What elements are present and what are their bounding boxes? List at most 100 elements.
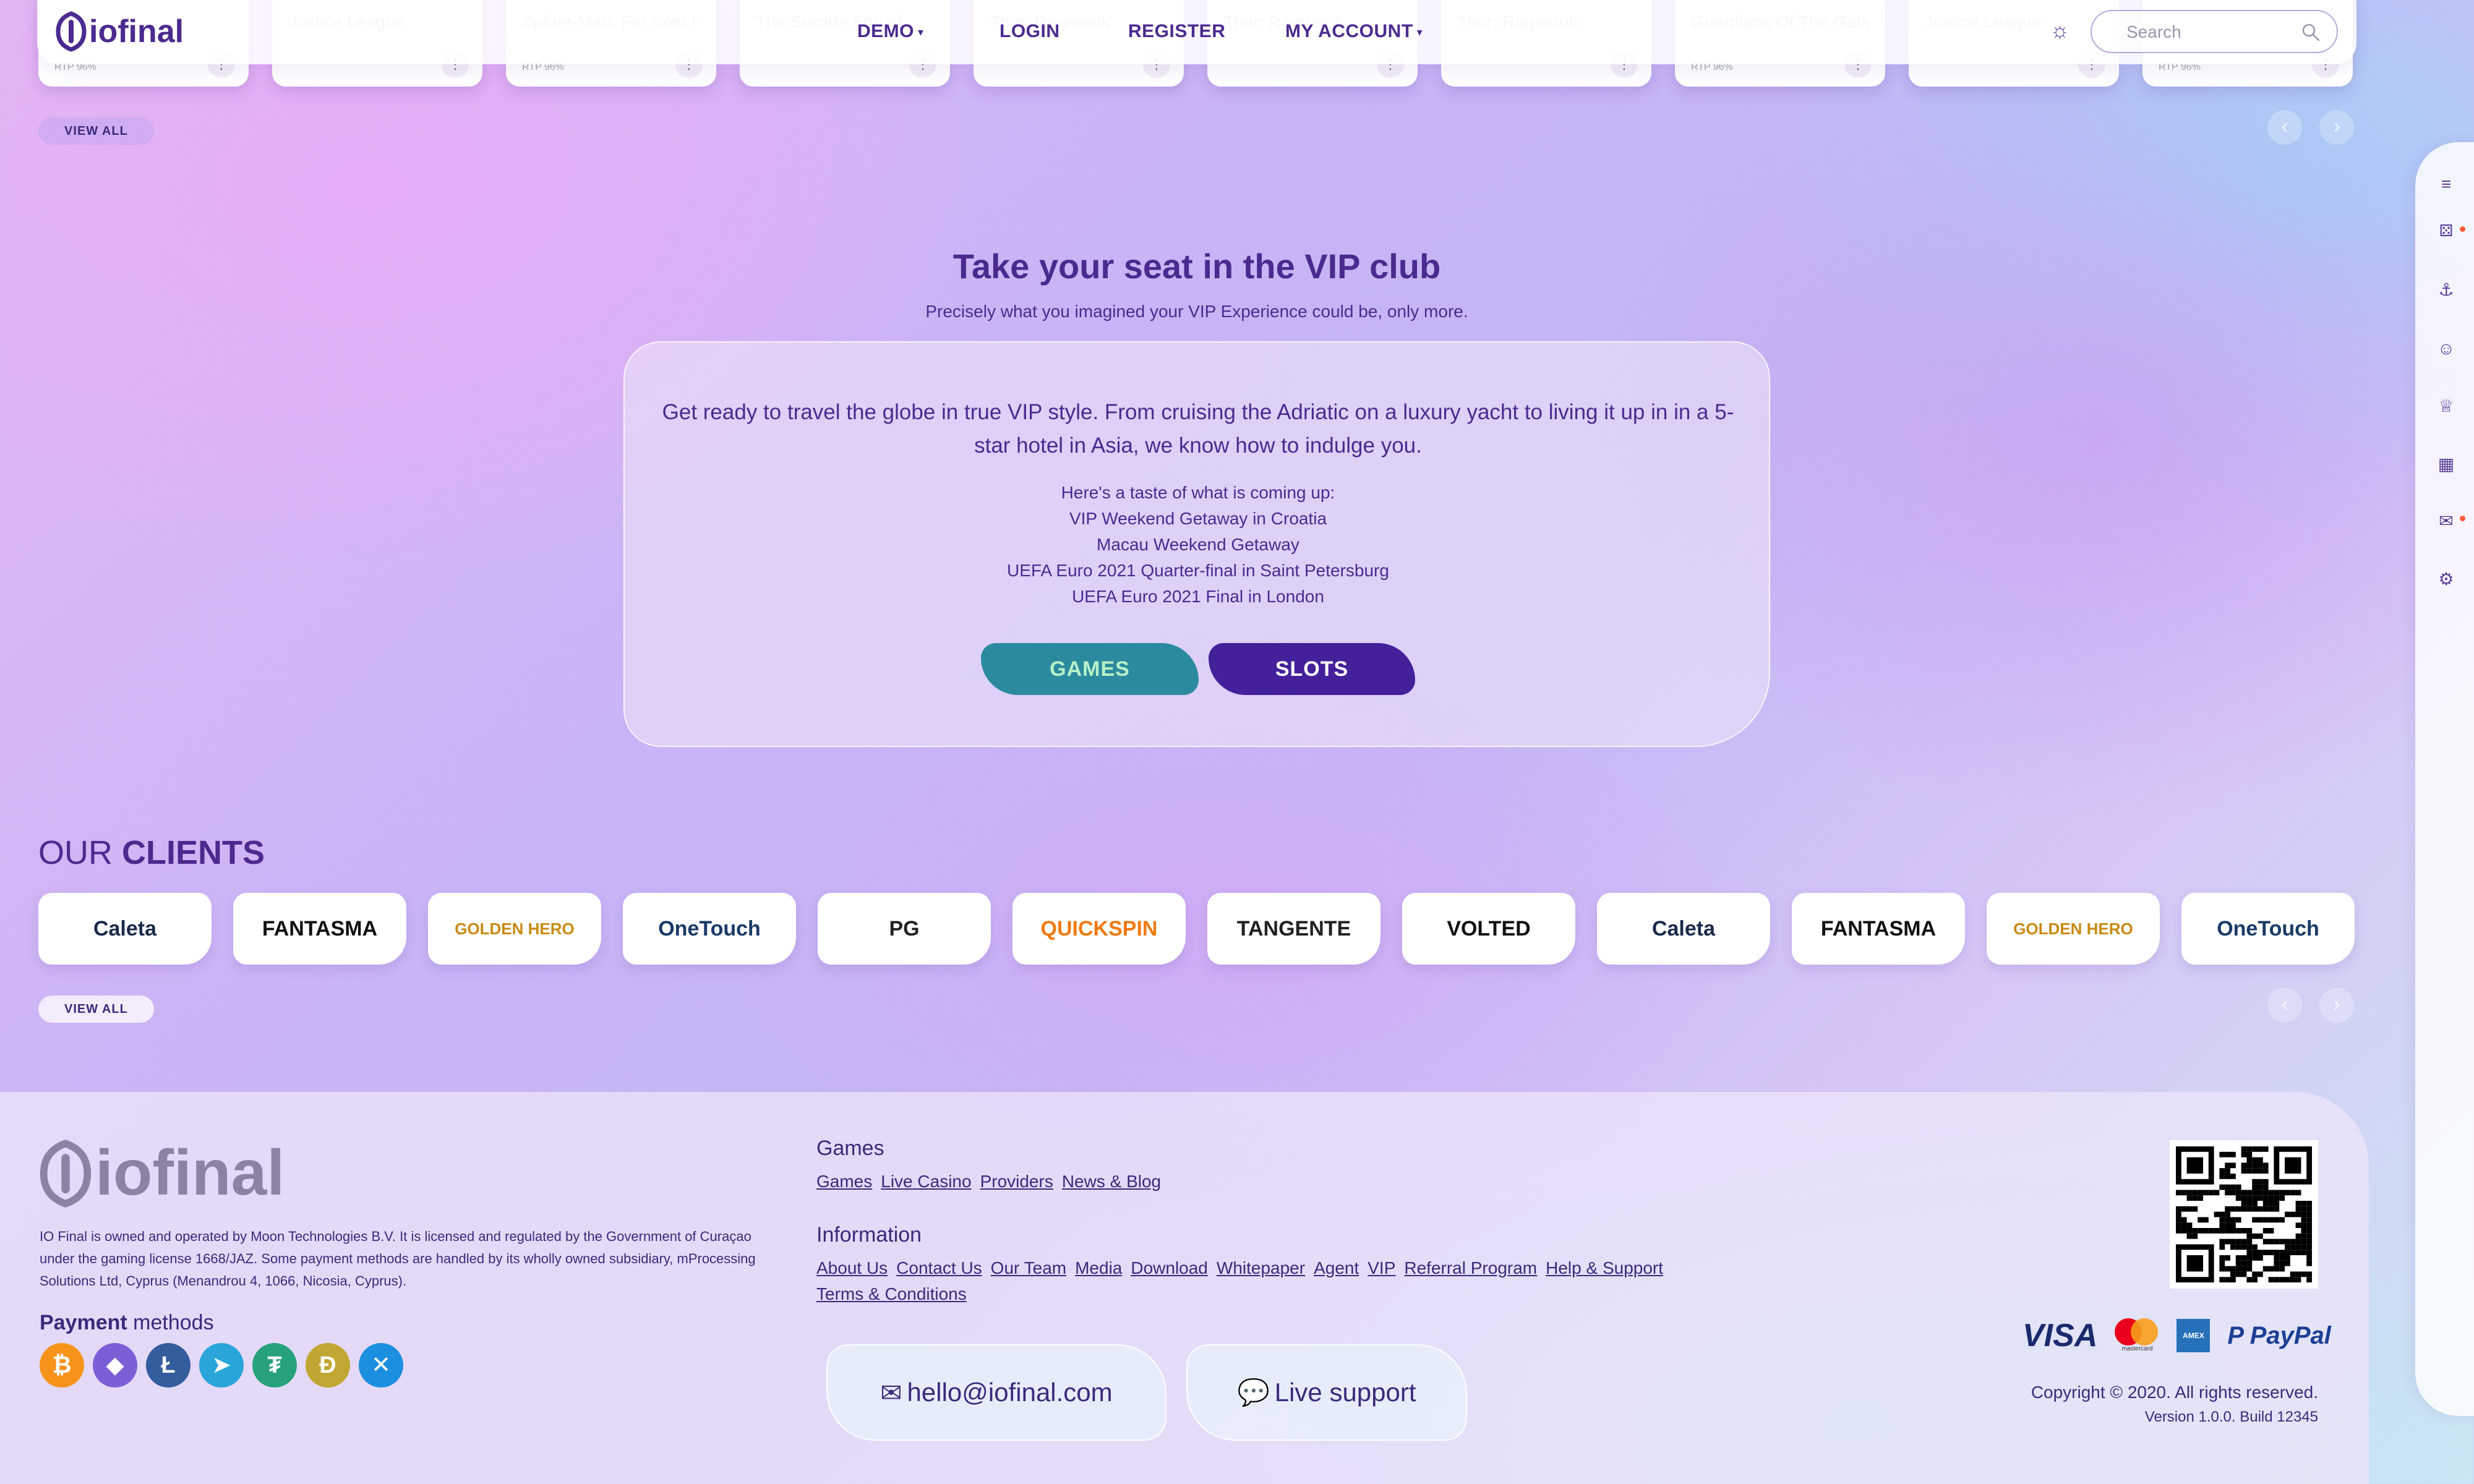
visa-logo: VISA: [2022, 1318, 2098, 1354]
clients-title-bold: CLIENTS: [122, 834, 265, 871]
footer-link[interactable]: Referral Program: [1404, 1258, 1537, 1277]
client-logo-text: OneTouch: [658, 916, 761, 940]
search-box: [2091, 10, 2338, 53]
footer-link[interactable]: Games: [816, 1172, 872, 1191]
header-logo[interactable]: iofinal: [56, 11, 184, 52]
nav-login[interactable]: LOGIN: [999, 21, 1060, 42]
chat-icon[interactable]: ✉: [2415, 511, 2474, 531]
payment-title-bold: Payment: [40, 1311, 127, 1334]
games-prev-arrow-icon[interactable]: ‹: [2267, 110, 2302, 145]
client-logo-text: FANTASMA: [1820, 916, 1937, 940]
footer-link[interactable]: About Us: [816, 1258, 888, 1277]
list-item: UEFA Euro 2021 Quarter-final in Saint Pe…: [1007, 561, 1389, 580]
notification-dot: [2460, 226, 2465, 232]
tether-icon: ₮: [252, 1343, 297, 1388]
client-logo-text: TANGENTE: [1236, 916, 1351, 940]
litecoin-icon: Ł: [146, 1343, 190, 1388]
footer: iofinal IO Final is owned and operated b…: [0, 1092, 2369, 1484]
nav-register[interactable]: REGISTER: [1128, 21, 1225, 42]
games-links: Games Live Casino Providers News & Blog: [816, 1169, 1170, 1195]
search-icon[interactable]: [2301, 22, 2321, 42]
vip-subtitle: Precisely what you imagined your VIP Exp…: [925, 302, 1468, 321]
client-logo-card[interactable]: OneTouch: [623, 893, 796, 965]
client-logo-card[interactable]: Caleta: [38, 893, 212, 965]
email-button[interactable]: ✉ hello@iofinal.com: [826, 1344, 1166, 1441]
chevron-down-icon: ▾: [918, 25, 924, 38]
grid-icon[interactable]: ▦: [2415, 454, 2474, 474]
client-logo-text: FANTASMA: [262, 916, 378, 940]
payment-title-light: methods: [127, 1311, 214, 1334]
footer-link[interactable]: Help & Support: [1546, 1258, 1663, 1277]
logo-mark-icon: [56, 11, 87, 52]
games-button[interactable]: GAMES: [981, 643, 1199, 695]
slots-button[interactable]: SLOTS: [1209, 643, 1415, 695]
vip-title: Take your seat in the VIP club: [952, 247, 1441, 286]
top-navigation-bar: iofinal DEMO ▾ LOGIN REGISTER MY ACCOUNT ▾…: [37, 0, 2356, 64]
client-logo-card[interactable]: VOLTED: [1402, 893, 1575, 965]
copyright-text: Copyright © 2020. All rights reserved.: [2031, 1383, 2318, 1402]
mail-icon: ✉: [880, 1378, 902, 1407]
footer-link[interactable]: Our Team: [991, 1258, 1066, 1277]
list-item: Macau Weekend Getaway: [1097, 535, 1299, 554]
footer-link[interactable]: News & Blog: [1062, 1172, 1161, 1191]
bitcoin-icon: ₿: [40, 1343, 84, 1388]
client-logo-card[interactable]: OneTouch: [2181, 893, 2355, 965]
search-input[interactable]: [2126, 22, 2293, 42]
live-support-text: Live support: [1274, 1378, 1416, 1407]
nav-demo[interactable]: DEMO ▾: [857, 21, 924, 42]
client-logo-card[interactable]: Caleta: [1597, 893, 1770, 965]
footer-logo[interactable]: iofinal: [40, 1136, 285, 1210]
client-logo-card[interactable]: GOLDEN HERO: [1987, 893, 2160, 965]
footer-link[interactable]: Download: [1131, 1258, 1208, 1277]
client-logo-card[interactable]: GOLDEN HERO: [428, 893, 601, 965]
client-logo-card[interactable]: FANTASMA: [1792, 893, 1965, 965]
footer-link[interactable]: Agent: [1314, 1258, 1359, 1277]
paypal-logo: P PayPal: [2227, 1322, 2331, 1350]
qr-code: [2170, 1140, 2318, 1289]
clients-prev-arrow-icon[interactable]: ‹: [2267, 988, 2302, 1023]
client-logo-card[interactable]: FANTASMA: [233, 893, 406, 965]
users-icon[interactable]: ☺: [2415, 339, 2474, 359]
games-view-all-button[interactable]: VIEW ALL: [38, 117, 154, 145]
live-support-button[interactable]: 💬 Live support: [1186, 1344, 1467, 1441]
client-logo-text: PG: [889, 916, 920, 940]
chat-bubble-icon: 💬: [1237, 1377, 1270, 1407]
clients-view-all-button[interactable]: VIEW ALL: [38, 996, 154, 1023]
qr-code-image: [2176, 1146, 2312, 1282]
notification-dot: [2460, 516, 2465, 521]
client-logo-text: GOLDEN HERO: [2013, 919, 2133, 938]
mastercard-logo: mastercard: [2115, 1318, 2159, 1353]
footer-link[interactable]: Terms & Conditions: [816, 1284, 967, 1303]
footer-link[interactable]: VIP: [1368, 1258, 1395, 1277]
client-logo-text: OneTouch: [2217, 916, 2319, 940]
footer-link[interactable]: Providers: [980, 1172, 1053, 1191]
footer-logo-text: iofinal: [95, 1137, 285, 1209]
amex-logo: AMEX: [2177, 1319, 2211, 1352]
menu-icon[interactable]: ≡: [2415, 174, 2474, 194]
settings-icon[interactable]: ⚙: [2415, 569, 2474, 589]
paypal-text: PayPal: [2249, 1321, 2331, 1349]
games-next-arrow-icon[interactable]: ›: [2319, 110, 2354, 145]
ripple-icon: ✕: [359, 1343, 403, 1388]
footer-link[interactable]: Whitepaper: [1217, 1258, 1305, 1277]
footer-link[interactable]: Contact Us: [896, 1258, 982, 1277]
footer-link[interactable]: Live Casino: [881, 1172, 971, 1191]
client-logo-card[interactable]: PG: [818, 893, 991, 965]
footer-link[interactable]: Media: [1075, 1258, 1122, 1277]
logo-mark-icon: [40, 1139, 92, 1208]
casino-dice-icon[interactable]: ⚄: [2415, 221, 2474, 241]
client-logo-card[interactable]: TANGENTE: [1207, 893, 1380, 965]
clients-next-arrow-icon[interactable]: ›: [2319, 988, 2354, 1023]
trophy-icon[interactable]: ♕: [2415, 396, 2474, 416]
logo-text: iofinal: [89, 14, 184, 49]
vip-card: Get ready to travel the globe in true VI…: [623, 341, 1770, 747]
client-logo-card[interactable]: QUICKSPIN: [1012, 893, 1186, 965]
paypal-p-icon: P: [2227, 1321, 2243, 1349]
client-logo-text: Caleta: [93, 916, 157, 940]
sports-icon[interactable]: ⚓: [2415, 279, 2474, 300]
games-heading: Games: [816, 1136, 884, 1160]
right-sidebar: ≡ ⚄ ⚓ ☺ ♕ ▦ ✉ ⚙: [2415, 142, 2474, 1416]
theme-toggle-sun-icon[interactable]: ☼: [2050, 17, 2070, 43]
client-logo-text: GOLDEN HERO: [455, 919, 575, 938]
nav-my-account[interactable]: MY ACCOUNT ▾: [1285, 21, 1423, 42]
